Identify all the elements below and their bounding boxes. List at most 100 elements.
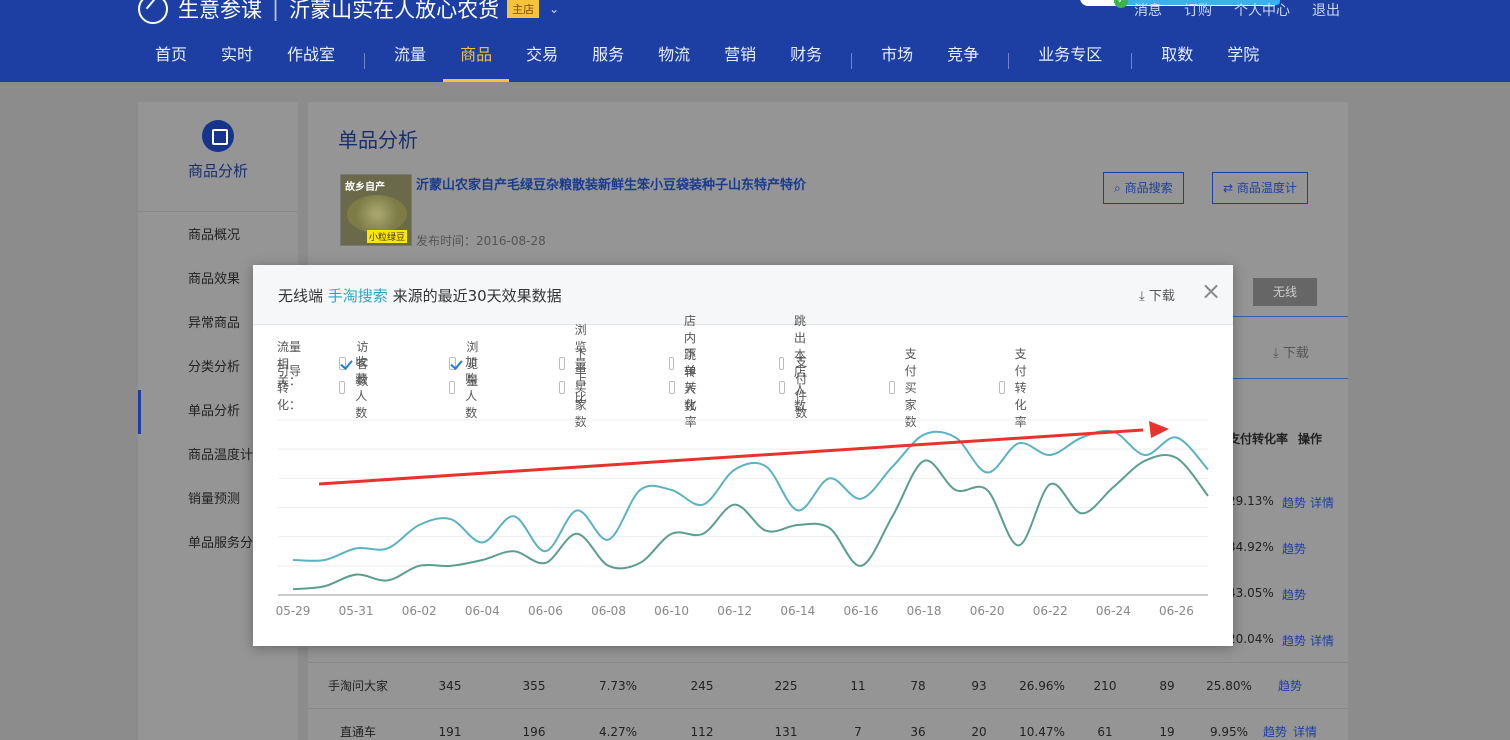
trend-link[interactable]: 趋势 <box>1282 586 1306 603</box>
cell-value: 19 <box>1159 724 1175 739</box>
top-links: 消息 订购 个人中心 退出 <box>1134 0 1340 22</box>
cell-value: 191 <box>438 724 462 739</box>
cell-value: 11 <box>850 678 866 693</box>
modal-title-suffix: 来源的最近30天效果数据 <box>392 287 562 305</box>
checkbox-icon[interactable] <box>999 380 1005 394</box>
detail-link[interactable]: 详情 <box>1310 494 1334 511</box>
nav-item-finance[interactable]: 财务 <box>773 40 839 82</box>
product-search-label: 商品搜索 <box>1124 181 1173 195</box>
download-button[interactable]: ⤓ 下载 <box>1273 342 1309 361</box>
cell-rate: 43.05% <box>1228 586 1274 600</box>
cell-value: 78 <box>910 678 926 693</box>
nav-divider <box>1008 53 1010 69</box>
sidebar-item-overview[interactable]: 商品概况 <box>138 214 298 258</box>
x-tick-label: 06-04 <box>465 604 500 618</box>
trend-link[interactable]: 趋势 <box>1282 540 1306 557</box>
trend-modal: 无线端 手淘搜索 来源的最近30天效果数据 ⤓ 下载 × 流量相关： 访客数 浏… <box>253 265 1233 646</box>
nav-item-service[interactable]: 服务 <box>575 40 641 82</box>
close-icon[interactable]: × <box>1201 279 1221 303</box>
checkbox-icon[interactable] <box>559 356 565 370</box>
trend-arrow-line <box>318 428 1144 486</box>
cell-value: 36 <box>910 724 926 739</box>
brand[interactable]: 生意参谋 | 沂蒙山实在人放心农货 主店 ⌄ <box>138 0 559 24</box>
checkbox-icon[interactable] <box>779 380 786 394</box>
trend-link[interactable]: 趋势 <box>1282 494 1306 511</box>
checkbox-icon[interactable] <box>889 380 895 394</box>
cell-rate: 29.13% <box>1228 494 1274 508</box>
modal-download-button[interactable]: ⤓ 下载 <box>1139 285 1175 304</box>
brand-name: 生意参谋 <box>178 0 262 22</box>
nav-item-logistics[interactable]: 物流 <box>641 40 707 82</box>
nav-item-warroom[interactable]: 作战室 <box>270 40 352 82</box>
x-tick-label: 05-31 <box>339 604 374 618</box>
metric-checkbox-paid-buyers[interactable]: 支付买家数 <box>889 347 924 429</box>
x-tick-label: 06-20 <box>970 604 1005 618</box>
col-header-ops: 操作 <box>1298 432 1323 446</box>
checkbox-icon[interactable] <box>669 356 675 370</box>
compass-logo-icon <box>138 0 168 24</box>
nav-item-traffic[interactable]: 流量 <box>377 40 443 82</box>
top-link-messages[interactable]: 消息 <box>1134 0 1162 22</box>
x-tick-label: 06-10 <box>654 604 689 618</box>
metric-checkbox-paid-items[interactable]: 支付件数 <box>779 355 814 420</box>
nav-item-product[interactable]: 商品 <box>443 40 510 82</box>
nav-item-trade[interactable]: 交易 <box>509 40 575 82</box>
nav-item-home[interactable]: 首页 <box>138 40 204 82</box>
series-line-1 <box>292 453 1209 591</box>
nav-divider <box>851 53 853 69</box>
download-label: 下载 <box>1282 346 1309 361</box>
metric-checkbox-paid-rate[interactable]: 支付转化率 <box>999 347 1034 429</box>
checkbox-icon[interactable] <box>669 380 675 394</box>
checkbox-icon[interactable] <box>449 356 457 370</box>
top-link-profile[interactable]: 个人中心 <box>1234 0 1290 22</box>
modal-title-source: 手淘搜索 <box>327 287 388 305</box>
checkbox-icon[interactable] <box>559 380 565 394</box>
page-title: 单品分析 <box>338 128 418 152</box>
cell-value: 355 <box>522 678 546 693</box>
x-tick-label: 06-06 <box>528 604 563 618</box>
metric-checkbox-order-buyers[interactable]: 下单买家数 <box>559 347 594 429</box>
nav-item-fetch[interactable]: 取数 <box>1144 40 1210 82</box>
checkbox-icon[interactable] <box>449 380 456 394</box>
cell-value: 9.95% <box>1209 724 1249 739</box>
nav-item-realtime[interactable]: 实时 <box>204 40 270 82</box>
sidebar-header: 商品分析 <box>138 102 298 212</box>
nav-item-business[interactable]: 业务专区 <box>1021 40 1119 82</box>
cell-rate: 20.04% <box>1228 632 1274 646</box>
detail-link[interactable]: 详情 <box>1290 723 1320 740</box>
detail-link[interactable]: 详情 <box>1310 632 1334 649</box>
nav-item-marketing[interactable]: 营销 <box>707 40 773 82</box>
metric-checkbox-favorites[interactable]: 收藏人数 <box>339 355 374 420</box>
trend-link[interactable]: 趋势 <box>1260 723 1290 740</box>
checkbox-icon[interactable] <box>339 380 346 394</box>
checkbox-icon[interactable] <box>339 356 347 370</box>
swap-icon: ⇄ <box>1223 181 1234 195</box>
cell-source: 直通车 <box>339 725 376 739</box>
tab-wireless[interactable]: 无线 <box>1253 278 1317 306</box>
metric-checkbox-cart[interactable]: 加购人数 <box>449 355 484 420</box>
product-analysis-icon <box>202 120 234 152</box>
checkbox-icon[interactable] <box>779 356 785 370</box>
modal-title-prefix: 无线端 <box>278 287 324 305</box>
cell-value: 131 <box>774 724 798 739</box>
cell-value: 10.47% <box>1019 724 1065 739</box>
download-icon: ⤓ <box>1139 289 1145 304</box>
source-table: 手淘问大家 345 355 7.73% 245 225 11 78 93 26.… <box>308 662 1348 740</box>
nav-item-academy[interactable]: 学院 <box>1210 40 1276 82</box>
metric-checkbox-order-rate[interactable]: 下单转化率 <box>669 347 704 429</box>
nav-divider <box>364 53 366 69</box>
product-image[interactable]: 故乡自产 小粒绿豆 <box>340 174 412 246</box>
top-link-logout[interactable]: 退出 <box>1312 0 1340 22</box>
nav-item-market[interactable]: 市场 <box>864 40 930 82</box>
product-name-link[interactable]: 沂蒙山农家自产毛绿豆杂粮散装新鲜生笨小豆袋装种子山东特产特价 <box>416 174 806 193</box>
cell-value: 25.80% <box>1206 678 1252 693</box>
chevron-down-icon[interactable]: ⌄ <box>549 2 559 16</box>
top-link-orders[interactable]: 订购 <box>1184 0 1212 22</box>
product-search-button[interactable]: ⌕ 商品搜索 <box>1103 172 1184 204</box>
col-header-conversion[interactable]: 支付转化率 <box>1228 430 1288 447</box>
trend-link[interactable]: 趋势 <box>1282 632 1306 649</box>
nav-item-competition[interactable]: 竞争 <box>930 40 996 82</box>
trend-link[interactable]: 趋势 <box>1260 677 1320 694</box>
thermometer-button[interactable]: ⇄ 商品温度计 <box>1212 172 1308 204</box>
image-text-top: 故乡自产 <box>345 182 385 193</box>
